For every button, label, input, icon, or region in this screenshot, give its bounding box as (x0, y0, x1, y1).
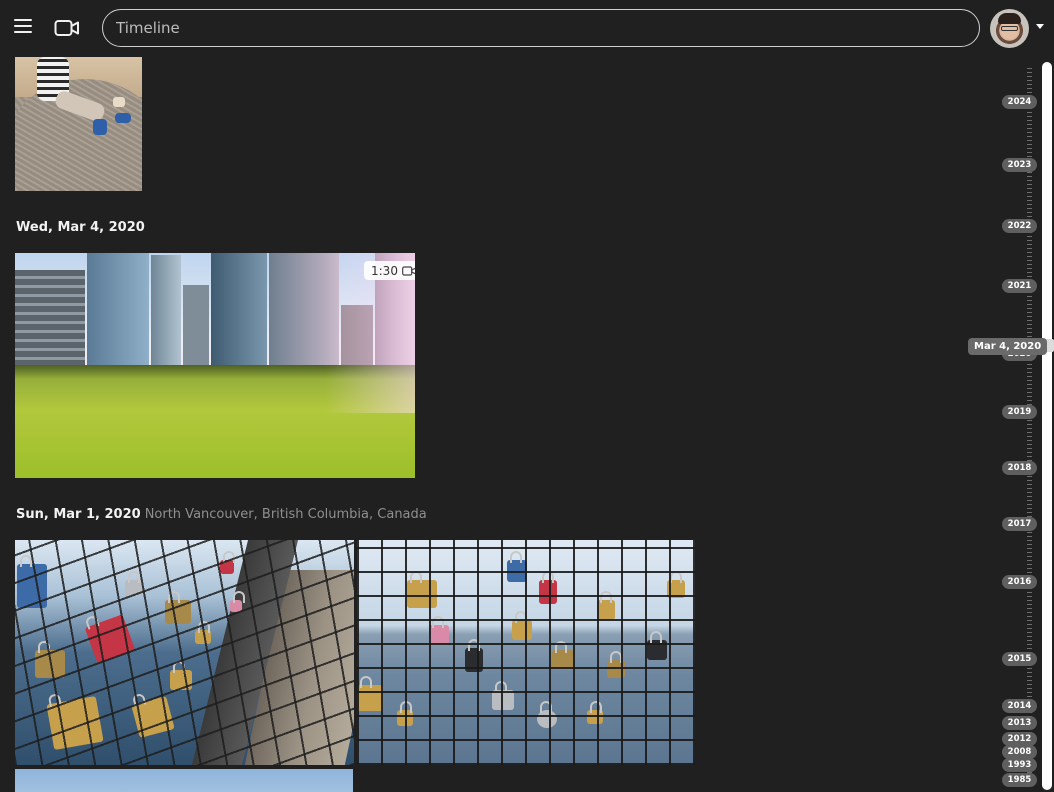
year-marker-1993[interactable]: 1993 (1002, 758, 1037, 772)
photo-thumbnail-love-locks-fence[interactable] (15, 540, 354, 765)
year-marker-2021[interactable]: 2021 (1002, 279, 1037, 293)
year-marker-2013[interactable]: 2013 (1002, 716, 1037, 730)
top-bar (0, 0, 1054, 56)
year-marker-2018[interactable]: 2018 (1002, 461, 1037, 475)
year-marker-2008[interactable]: 2008 (1002, 745, 1037, 759)
date-header: Wed, Mar 4, 2020 (16, 220, 145, 235)
scrubber-ticks (1027, 68, 1032, 786)
photo-timeline: Wed, Mar 4, 2020 1:30 Sun, Mar 1, 2020 No… (0, 56, 1000, 792)
year-marker-2012[interactable]: 2012 (1002, 732, 1037, 746)
year-marker-1985[interactable]: 1985 (1002, 773, 1037, 787)
year-marker-2016[interactable]: 2016 (1002, 575, 1037, 589)
location-label[interactable]: North Vancouver, British Columbia, Canad… (145, 507, 427, 522)
search-input[interactable] (116, 10, 979, 46)
photo-thumbnail-child-on-rug[interactable] (15, 57, 142, 191)
year-marker-2019[interactable]: 2019 (1002, 405, 1037, 419)
date-header: Sun, Mar 1, 2020 North Vancouver, British… (16, 507, 427, 522)
scrubber-hover-date: Mar 4, 2020 (968, 338, 1048, 355)
year-marker-2022[interactable]: 2022 (1002, 219, 1037, 233)
video-camera-icon[interactable] (54, 19, 82, 39)
search-bar[interactable] (102, 9, 980, 47)
year-marker-2017[interactable]: 2017 (1002, 517, 1037, 531)
scrollbar-track[interactable] (1042, 62, 1052, 790)
date-label: Wed, Mar 4, 2020 (16, 220, 145, 235)
video-thumbnail-park[interactable]: 1:30 (15, 253, 415, 478)
video-duration: 1:30 (371, 263, 398, 278)
video-duration-badge: 1:30 (364, 261, 415, 280)
year-marker-2015[interactable]: 2015 (1002, 652, 1037, 666)
year-marker-2023[interactable]: 2023 (1002, 158, 1037, 172)
caret-down-icon[interactable] (1036, 24, 1044, 29)
hamburger-menu-icon[interactable] (14, 19, 34, 37)
photo-thumbnail-love-locks-harbour[interactable] (357, 540, 695, 765)
year-marker-2014[interactable]: 2014 (1002, 699, 1037, 713)
date-label: Sun, Mar 1, 2020 (16, 507, 141, 522)
year-marker-2024[interactable]: 2024 (1002, 95, 1037, 109)
video-camera-icon (402, 265, 415, 276)
user-avatar[interactable] (990, 9, 1029, 48)
photo-thumbnail-partial[interactable] (15, 769, 353, 792)
